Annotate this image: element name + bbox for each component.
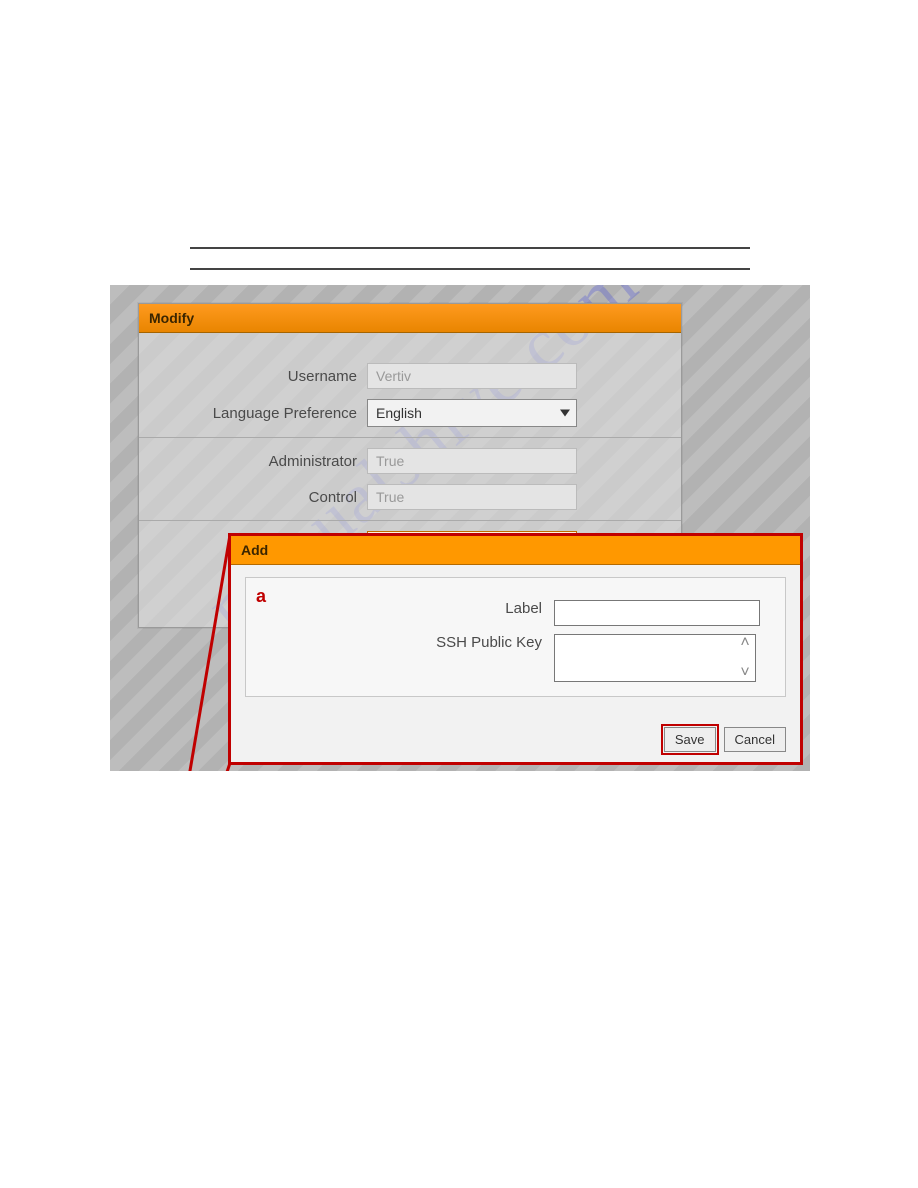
ssh-textarea[interactable]: ˄ ˅ — [554, 634, 756, 682]
label-field-label: Label — [262, 600, 554, 617]
modify-panel-title: Modify — [139, 304, 681, 333]
username-input[interactable] — [367, 363, 577, 389]
add-popup: Add a Label SSH Public Key ˄ ˅ b Save Ca… — [228, 533, 803, 765]
username-label: Username — [157, 368, 367, 385]
label-row: Label — [262, 600, 769, 626]
admin-input[interactable] — [367, 448, 577, 474]
screenshot-frame: manualshive.com Modify Username Language… — [110, 285, 810, 771]
chevron-down-icon — [560, 410, 570, 417]
add-popup-title: Add — [231, 536, 800, 565]
admin-row: Administrator — [157, 448, 663, 474]
admin-label: Administrator — [157, 453, 367, 470]
ssh-row: SSH Public Key ˄ ˅ — [262, 634, 769, 682]
divider — [139, 520, 681, 521]
scroll-up-icon[interactable]: ˄ — [739, 637, 751, 649]
scroll-down-icon[interactable]: ˅ — [739, 667, 751, 679]
ssh-label: SSH Public Key — [262, 634, 554, 651]
control-input[interactable] — [367, 484, 577, 510]
language-row: Language Preference English — [157, 399, 663, 427]
save-button[interactable]: Save — [664, 727, 716, 752]
add-popup-body: a Label SSH Public Key ˄ ˅ — [245, 577, 786, 697]
username-row: Username — [157, 363, 663, 389]
language-value: English — [376, 405, 422, 421]
cancel-button[interactable]: Cancel — [724, 727, 786, 752]
horizontal-rule — [190, 268, 750, 270]
label-input[interactable] — [554, 600, 760, 626]
horizontal-rule — [190, 247, 750, 249]
control-label: Control — [157, 489, 367, 506]
language-select[interactable]: English — [367, 399, 577, 427]
annotation-a: a — [256, 586, 266, 607]
divider — [139, 437, 681, 438]
language-label: Language Preference — [157, 405, 367, 422]
control-row: Control — [157, 484, 663, 510]
button-row: Save Cancel — [664, 727, 786, 752]
